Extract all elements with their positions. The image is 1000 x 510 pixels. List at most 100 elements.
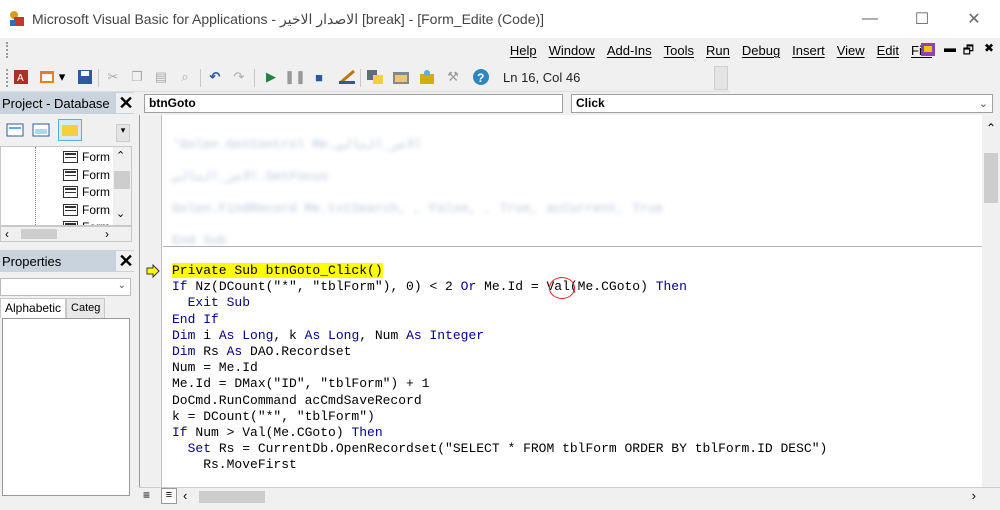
code-bottom-bar: ≡ ≡ ‹ › — [139, 487, 1000, 505]
close-icon[interactable]: ✕ — [116, 251, 136, 271]
view-code-icon[interactable] — [6, 122, 24, 138]
help-icon[interactable]: ? — [472, 68, 490, 86]
code-line[interactable]: Set Rs = CurrentDb.OpenRecordset("SELECT… — [172, 441, 828, 457]
procedure-select[interactable]: Click ⌄ — [571, 94, 993, 113]
hscroll-thumb[interactable] — [199, 491, 265, 503]
code-line[interactable]: If Num > Val(Me.CGoto) Then — [172, 425, 383, 441]
menu-item-edit[interactable]: Edit — [871, 41, 905, 60]
menu-item-addins[interactable]: Add-Ins — [601, 41, 658, 60]
maximize-button[interactable]: ☐ — [896, 0, 948, 38]
menu-item-view[interactable]: View — [831, 41, 871, 60]
break-icon[interactable]: ❚❚ — [284, 68, 306, 86]
find-icon[interactable]: ⌕ — [176, 68, 194, 86]
paste-icon[interactable]: ▤ — [152, 68, 170, 86]
chevron-up-icon[interactable]: ⌃ — [986, 121, 996, 135]
properties-list[interactable] — [2, 318, 130, 496]
properties-window-icon[interactable] — [392, 68, 410, 86]
chevron-left-icon[interactable]: ‹ — [5, 227, 9, 241]
code-token: As Long — [304, 327, 360, 343]
code-line[interactable]: Exit Sub — [172, 295, 250, 311]
chevron-down-icon[interactable]: ⌄ — [116, 207, 125, 220]
menu-item-help[interactable]: Help — [504, 41, 543, 60]
chevron-down-icon[interactable]: ▾ — [116, 124, 130, 142]
project-explorer-icon[interactable] — [366, 68, 384, 86]
vscroll-thumb[interactable] — [984, 153, 998, 203]
properties-pane-label: Properties — [2, 253, 62, 269]
procedure-view-icon[interactable]: ≡ — [143, 488, 150, 502]
code-line[interactable]: Dim i As Long, k As Long, Num As Integer — [172, 328, 484, 344]
chevron-right-icon[interactable]: › — [972, 488, 976, 503]
menu-item-run[interactable]: Run — [700, 41, 736, 60]
tab-alphabetic[interactable]: Alphabetic — [0, 298, 67, 318]
code-token: Or — [460, 279, 477, 295]
code-line[interactable]: Rs.MoveFirst — [172, 457, 297, 473]
chevron-right-icon[interactable]: › — [105, 227, 109, 241]
tree-item-form[interactable]: Form — [63, 149, 110, 165]
minimize-button[interactable]: — — [844, 0, 896, 38]
view-access-icon[interactable]: A — [12, 68, 30, 86]
code-line[interactable]: Me.Id = DMax("ID", "tblForm") + 1 — [172, 376, 429, 392]
project-pane-label: Project - Database — [2, 95, 110, 111]
toolbar-options-button[interactable] — [714, 66, 728, 90]
doc-minimize-button[interactable]: ▬ — [944, 41, 956, 55]
code-editor[interactable]: 'Golen.GotControl Me.الامر_التالي الامر_ا… — [139, 115, 983, 487]
menu-grip[interactable] — [6, 42, 9, 58]
code-line[interactable]: If Nz(DCount("*", "tblForm"), 0) < 2 Or … — [172, 279, 687, 295]
undo-icon[interactable]: ↶ — [206, 68, 224, 86]
menu-bar: Help Window Add-Ins Tools Run Debug Insert View… — [0, 38, 1000, 64]
menu-item-insert[interactable]: Insert — [786, 41, 831, 60]
code-vscrollbar[interactable]: ⌃ — [982, 115, 1000, 487]
tree-item-form[interactable]: Form — [63, 202, 110, 218]
tree-item-form[interactable]: Form — [63, 167, 110, 183]
object-browser-icon[interactable] — [418, 68, 436, 86]
properties-pane-title: Properties ✕ — [0, 250, 136, 272]
close-button[interactable]: ✕ — [948, 0, 1000, 38]
tree-item-form[interactable]: Form — [63, 184, 110, 200]
save-icon[interactable] — [76, 68, 94, 86]
project-toolbar: ▾ — [0, 116, 134, 144]
code-line[interactable]: k = DCount("*", "tblForm") — [172, 409, 375, 425]
full-module-view-icon[interactable]: ≡ — [161, 488, 177, 504]
code-token: Then — [655, 279, 687, 295]
code-line[interactable]: DoCmd.RunCommand acCmdSaveRecord — [172, 393, 422, 409]
cut-icon[interactable]: ✂ — [104, 68, 122, 86]
view-object-icon[interactable] — [32, 122, 50, 138]
tree-hscrollbar[interactable]: ‹ › — [0, 226, 132, 242]
form-icon — [63, 203, 78, 216]
menu-item-debug[interactable]: Debug — [736, 41, 786, 60]
toolbar-grip[interactable] — [6, 69, 9, 87]
vba-menu-icon[interactable] — [920, 41, 938, 59]
redo-icon[interactable]: ↷ — [230, 68, 248, 86]
code-line[interactable]: Num = Me.Id — [172, 360, 258, 376]
code-token: Rs — [195, 344, 227, 359]
margin-indicator-bar[interactable] — [140, 115, 162, 487]
toggle-folders-icon[interactable] — [58, 119, 82, 141]
code-line[interactable]: Private Sub btnGoto_Click() — [172, 263, 383, 279]
doc-close-button[interactable]: ✖ — [984, 41, 994, 55]
code-token: Then — [351, 425, 383, 440]
reset-icon[interactable]: ■ — [310, 68, 328, 86]
chevron-up-icon[interactable]: ⌃ — [116, 149, 125, 162]
tab-categorized[interactable]: Categ — [66, 298, 106, 318]
menu-item-window[interactable]: Window — [543, 41, 601, 60]
insert-userform-icon[interactable] — [38, 68, 56, 86]
run-icon[interactable]: ▶ — [262, 68, 280, 86]
toolbox-icon[interactable]: ⚒ — [444, 68, 462, 86]
code-line[interactable]: Dim Rs As DAO.Recordset — [172, 344, 351, 360]
tree-item-form[interactable]: Form — [63, 219, 110, 225]
code-line[interactable]: End If — [172, 312, 219, 328]
menu-item-tools[interactable]: Tools — [658, 41, 700, 60]
design-mode-icon[interactable] — [338, 68, 356, 86]
vba-app-icon — [8, 9, 28, 29]
properties-object-select[interactable]: ⌄ — [0, 278, 131, 296]
copy-icon[interactable]: ❐ — [128, 68, 146, 86]
object-select[interactable]: btnGoto — [144, 94, 563, 113]
code-combos: btnGoto Click ⌄ — [139, 92, 1000, 114]
chevron-left-icon[interactable]: ‹ — [183, 488, 187, 503]
form-icon — [63, 168, 78, 181]
tree-scrollbar[interactable]: ⌃ ⌄ — [113, 147, 131, 225]
red-circle-annotation — [549, 277, 575, 299]
doc-restore-button[interactable]: 🗗 — [963, 41, 974, 62]
close-icon[interactable]: ✕ — [116, 93, 136, 113]
chevron-down-icon[interactable]: ▾ — [56, 68, 68, 86]
